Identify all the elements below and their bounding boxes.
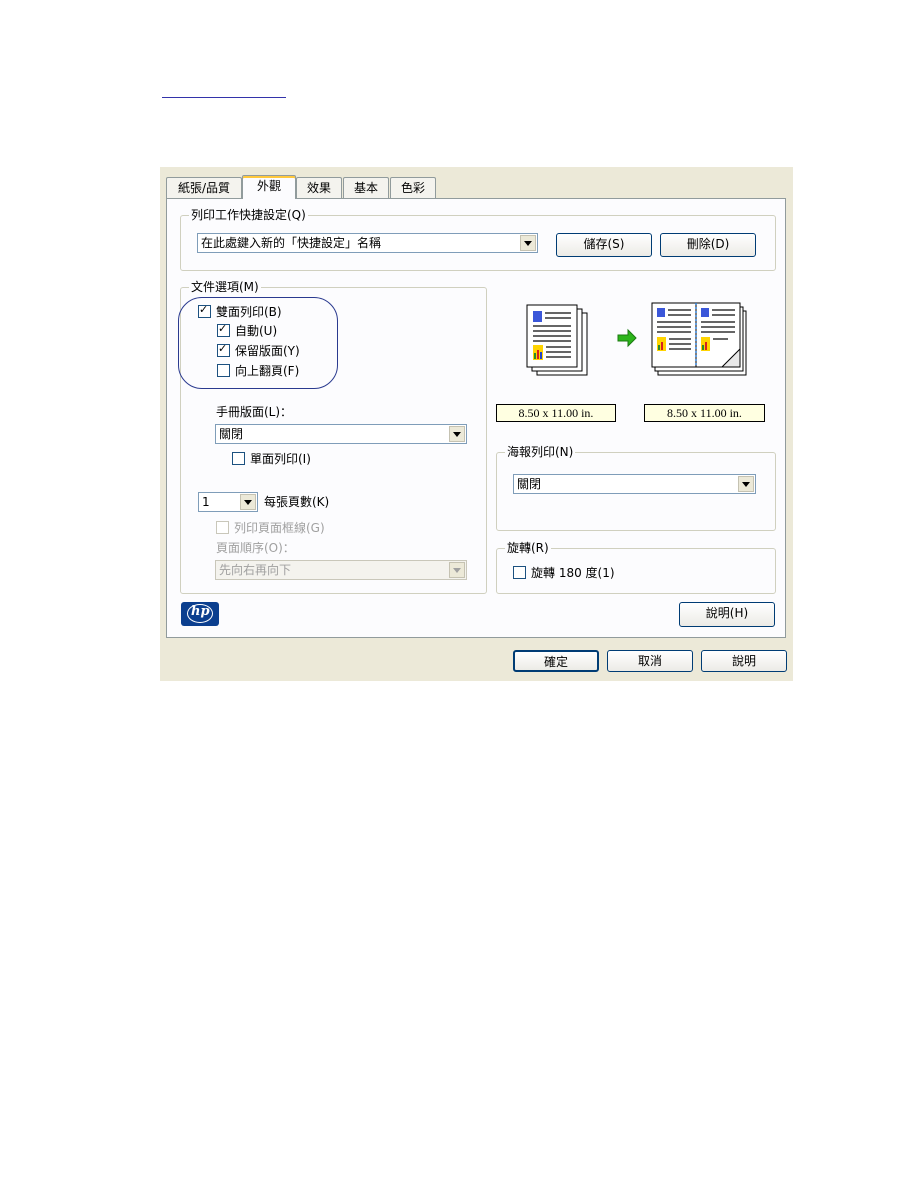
preserve-layout-label: 保留版面(Y) [235, 344, 300, 358]
chevron-down-icon[interactable] [520, 235, 536, 251]
booklet-document-icon [651, 302, 747, 376]
print-borders-checkbox[interactable]: 列印頁面框線(G) [216, 520, 325, 536]
delete-button[interactable]: 刪除(D) [660, 233, 756, 257]
duplex-preview-illustration [526, 302, 747, 376]
pages-per-sheet-label: 每張頁數(K) [264, 495, 330, 509]
print-borders-label: 列印頁面框線(G) [234, 521, 325, 535]
chevron-down-icon[interactable] [449, 426, 465, 442]
page-order-combo[interactable]: 先向右再向下 [215, 560, 467, 580]
checkbox-unchecked-icon[interactable] [232, 452, 245, 465]
checkbox-unchecked-icon[interactable] [513, 566, 526, 579]
output-size-label: 8.50 x 11.00 in. [644, 404, 765, 422]
hp-logo: hp [181, 602, 219, 626]
hyperlink-underline [162, 97, 286, 98]
document-options-legend: 文件選項(M) [189, 280, 261, 294]
flip-up-checkbox[interactable]: 向上翻頁(F) [217, 363, 299, 379]
quick-sets-combo[interactable]: 在此處鍵入新的「快捷設定」名稱 [197, 233, 538, 253]
help-button[interactable]: 說明(H) [679, 602, 775, 627]
tab-paper-quality[interactable]: 紙張/品質 [166, 177, 242, 198]
page-order-value: 先向右再向下 [219, 563, 292, 577]
poster-printing-combo[interactable]: 關閉 [513, 474, 756, 494]
tab-effects[interactable]: 效果 [296, 177, 342, 198]
checkbox-unchecked-icon[interactable] [217, 364, 230, 377]
preserve-layout-checkbox[interactable]: 保留版面(Y) [217, 341, 300, 359]
chevron-down-icon[interactable] [449, 562, 465, 578]
chevron-down-icon[interactable] [240, 494, 256, 510]
booklet-layout-value: 關閉 [219, 427, 244, 441]
pages-per-sheet-combo[interactable]: 1 [198, 492, 258, 512]
flip-up-label: 向上翻頁(F) [235, 364, 300, 378]
single-document-icon [526, 304, 588, 376]
duplex-label: 雙面列印(B) [216, 305, 282, 319]
footer-help-button[interactable]: 說明 [701, 650, 787, 672]
auto-label: 自動(U) [235, 324, 278, 338]
auto-checkbox[interactable]: 自動(U) [217, 321, 278, 339]
rotate-legend: 旋轉(R) [505, 541, 551, 555]
checkbox-checked-icon[interactable] [217, 341, 230, 357]
rotate-180-checkbox[interactable]: 旋轉 180 度(1) [513, 565, 615, 581]
booklet-layout-combo[interactable]: 關閉 [215, 424, 467, 444]
poster-printing-value: 關閉 [517, 477, 542, 491]
poster-printing-legend: 海報列印(N) [505, 445, 576, 459]
booklet-layout-label: 手冊版面(L)： [216, 405, 293, 419]
checkbox-unchecked-icon[interactable] [216, 521, 229, 534]
tab-basics[interactable]: 基本 [343, 177, 389, 198]
right-arrow-icon [617, 328, 637, 348]
pages-per-sheet-value: 1 [202, 495, 210, 509]
save-button[interactable]: 儲存(S) [556, 233, 652, 257]
duplex-checkbox[interactable]: 雙面列印(B) [198, 302, 282, 320]
rotate-180-label: 旋轉 180 度(1) [531, 566, 615, 580]
checkbox-checked-icon[interactable] [217, 321, 230, 337]
cancel-button[interactable]: 取消 [607, 650, 693, 672]
quick-sets-value: 在此處鍵入新的「快捷設定」名稱 [201, 236, 382, 250]
source-size-label: 8.50 x 11.00 in. [496, 404, 616, 422]
quick-sets-legend: 列印工作快捷設定(Q) [189, 208, 308, 222]
chevron-down-icon[interactable] [738, 476, 754, 492]
page-order-label: 頁面順序(O)： [216, 541, 295, 555]
single-sided-checkbox[interactable]: 單面列印(I) [232, 451, 311, 467]
single-sided-label: 單面列印(I) [250, 452, 311, 466]
tab-color[interactable]: 色彩 [390, 177, 436, 198]
ok-button[interactable]: 確定 [513, 650, 599, 672]
tab-finishing[interactable]: 外觀 [242, 175, 296, 199]
checkbox-checked-icon[interactable] [198, 302, 211, 318]
